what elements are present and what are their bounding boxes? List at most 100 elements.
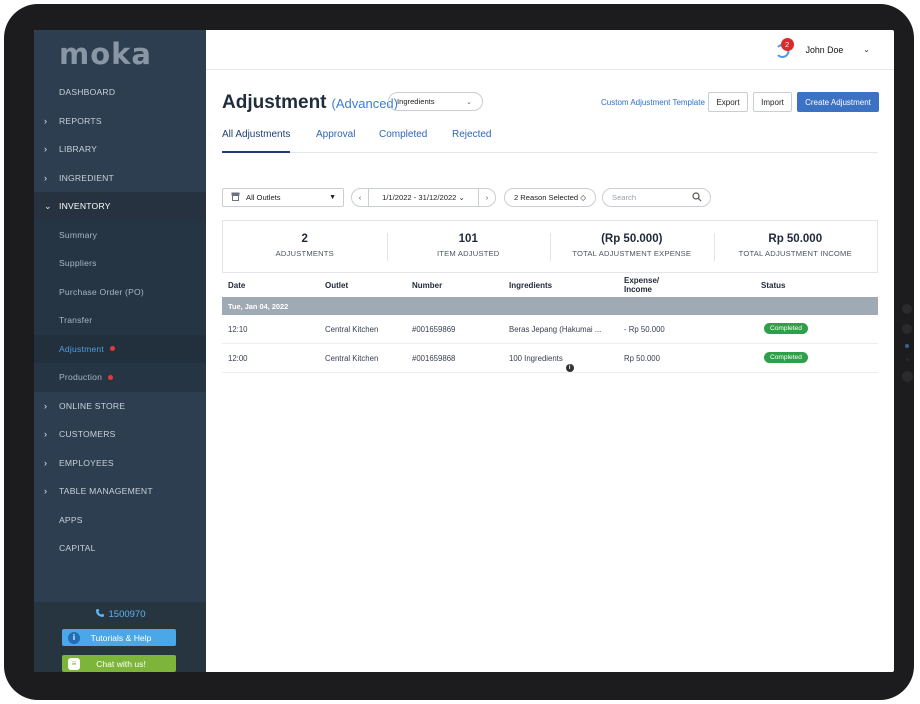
tutorials-help-label: Tutorials & Help [90,632,152,643]
sidebar-item-production[interactable]: Production [34,363,206,392]
table-row[interactable]: 12:10 Central Kitchen #001659869 Beras J… [222,315,878,344]
sidebar-item-label: REPORTS [59,115,102,126]
date-group-row: Tue, Jan 04, 2022 [222,297,878,315]
outlet-select[interactable]: All Outlets ▼ [222,188,344,207]
date-prev-button[interactable]: ‹ [351,188,369,207]
column-header-number[interactable]: Number [412,281,442,290]
sidebar-item-label: CAPITAL [59,543,96,554]
column-header-outlet[interactable]: Outlet [325,281,348,290]
sidebar-item-label: LIBRARY [59,144,98,155]
sidebar-item-inventory[interactable]: ⌄ INVENTORY [34,192,206,221]
sidebar-item-label: Production [59,372,103,383]
summary-label: TOTAL ADJUSTMENT EXPENSE [572,249,692,258]
sidebar-item-suppliers[interactable]: Suppliers [34,249,206,278]
tab-rejected[interactable]: Rejected [452,129,491,153]
export-button[interactable]: Export [708,92,748,112]
custom-adjustment-template-link[interactable]: Custom Adjustment Template [601,98,705,107]
chat-label: Chat with us! [96,658,146,669]
sidebar-item-label: Purchase Order (PO) [59,286,144,297]
sidebar-item-summary[interactable]: Summary [34,220,206,249]
notification-button[interactable]: 2 [775,37,794,59]
summary-value: 2 [301,233,308,245]
info-icon[interactable]: i [565,364,574,372]
sidebar-item-label: TABLE MANAGEMENT [59,486,153,497]
notification-badge: 2 [780,37,794,51]
sidebar-item-employees[interactable]: › EMPLOYEES [34,449,206,478]
sidebar-item-dashboard[interactable]: DASHBOARD [34,78,206,107]
sidebar: moka DASHBOARD › REPORTS › LIBRARY › ING… [34,30,206,672]
sidebar-item-label: ONLINE STORE [59,400,126,411]
tab-completed[interactable]: Completed [379,129,427,153]
date-next-button[interactable]: › [478,188,496,207]
summary-total-expense: (Rp 50.000) TOTAL ADJUSTMENT EXPENSE [550,221,714,272]
device-side-buttons [900,304,914,392]
cell-number: #001659868 [412,354,456,363]
summary-value: 101 [458,233,478,245]
header-line: Income [624,285,653,294]
info-icon: i [68,631,80,644]
sidebar-item-capital[interactable]: CAPITAL [34,534,206,563]
summary-panel: 2 ADJUSTMENTS 101 ITEM ADJUSTED (Rp 50.0… [222,220,878,272]
chat-button[interactable]: ≡ Chat with us! [62,655,176,672]
column-header-expense-income[interactable]: Expense/ Income [624,276,659,294]
table-row[interactable]: 12:00 Central Kitchen #001659868 100 Ing… [222,344,878,373]
sidebar-item-apps[interactable]: APPS [34,506,206,535]
status-badge: Completed [764,323,808,334]
column-header-status[interactable]: Status [761,281,785,290]
search-input[interactable]: Search [602,188,711,207]
header-line: Expense/ [624,276,660,285]
summary-label: ADJUSTMENTS [275,249,334,258]
cell-date: 12:00 [228,354,248,363]
sidebar-item-customers[interactable]: › CUSTOMERS [34,420,206,449]
sidebar-item-table-management[interactable]: › TABLE MANAGEMENT [34,477,206,506]
store-icon [231,192,240,203]
sidebar-item-label: Adjustment [59,343,104,354]
cell-number: #001659869 [412,325,456,334]
sidebar-item-ingredient[interactable]: › INGREDIENT [34,164,206,193]
sidebar-nav: DASHBOARD › REPORTS › LIBRARY › INGREDIE… [34,78,206,563]
chevron-down-icon: ⌄ [466,98,472,106]
support-phone[interactable]: 1500970 [34,608,206,621]
adjustment-type-select[interactable]: Ingredients ⌄ [388,92,483,111]
tutorials-help-button[interactable]: i Tutorials & Help [62,629,176,646]
moka-logo[interactable]: moka [59,37,152,71]
sidebar-item-online-store[interactable]: › ONLINE STORE [34,392,206,421]
sidebar-item-label: Summary [59,229,98,240]
chevron-right-icon: › [44,115,48,126]
sidebar-item-adjustment[interactable]: Adjustment [34,334,206,363]
sidebar-item-label: APPS [59,514,83,525]
column-header-date[interactable]: Date [228,281,245,290]
page-title: Adjustment [222,92,327,113]
search-placeholder: Search [612,193,637,202]
chevron-right-icon: › [44,144,48,155]
reason-filter[interactable]: 2 Reason Selected ◇ [504,188,596,207]
sidebar-item-transfer[interactable]: Transfer [34,306,206,335]
cell-outlet: Central Kitchen [325,354,379,363]
tab-all-adjustments[interactable]: All Adjustments [222,129,291,153]
cell-amount: - Rp 50.000 [624,325,665,334]
create-adjustment-button[interactable]: Create Adjustment [797,92,879,112]
cell-date: 12:10 [228,325,248,334]
cell-outlet: Central Kitchen [325,325,379,334]
summary-total-income: Rp 50.000 TOTAL ADJUSTMENT INCOME [713,221,878,272]
sidebar-item-purchase-order[interactable]: Purchase Order (PO) [34,277,206,306]
tab-bar: All Adjustments Approval Completed Rejec… [222,129,878,153]
cell-ingredients: Beras Jepang (Hakumai ... [509,325,602,334]
sidebar-item-label: EMPLOYEES [59,457,114,468]
column-header-ingredients[interactable]: Ingredients [509,281,552,290]
sidebar-item-reports[interactable]: › REPORTS [34,107,206,136]
date-range-picker[interactable]: 1/1/2022 - 31/12/2022 ⌄ [368,188,479,207]
user-name[interactable]: John Doe [806,45,844,55]
adjustment-type-value: Ingredients [397,97,435,106]
chevron-right-icon: › [44,457,48,468]
chevron-right-icon: › [44,429,48,440]
chevron-right-icon: › [44,172,48,183]
logo-area: moka [34,30,206,78]
cell-ingredients-group: 100 Ingredients i [509,354,574,372]
import-button[interactable]: Import [753,92,792,112]
sidebar-item-library[interactable]: › LIBRARY [34,135,206,164]
tab-approval[interactable]: Approval [316,129,355,153]
summary-value: Rp 50.000 [768,233,823,245]
chevron-down-icon[interactable]: ⌄ [863,45,870,54]
summary-label: ITEM ADJUSTED [436,249,500,258]
